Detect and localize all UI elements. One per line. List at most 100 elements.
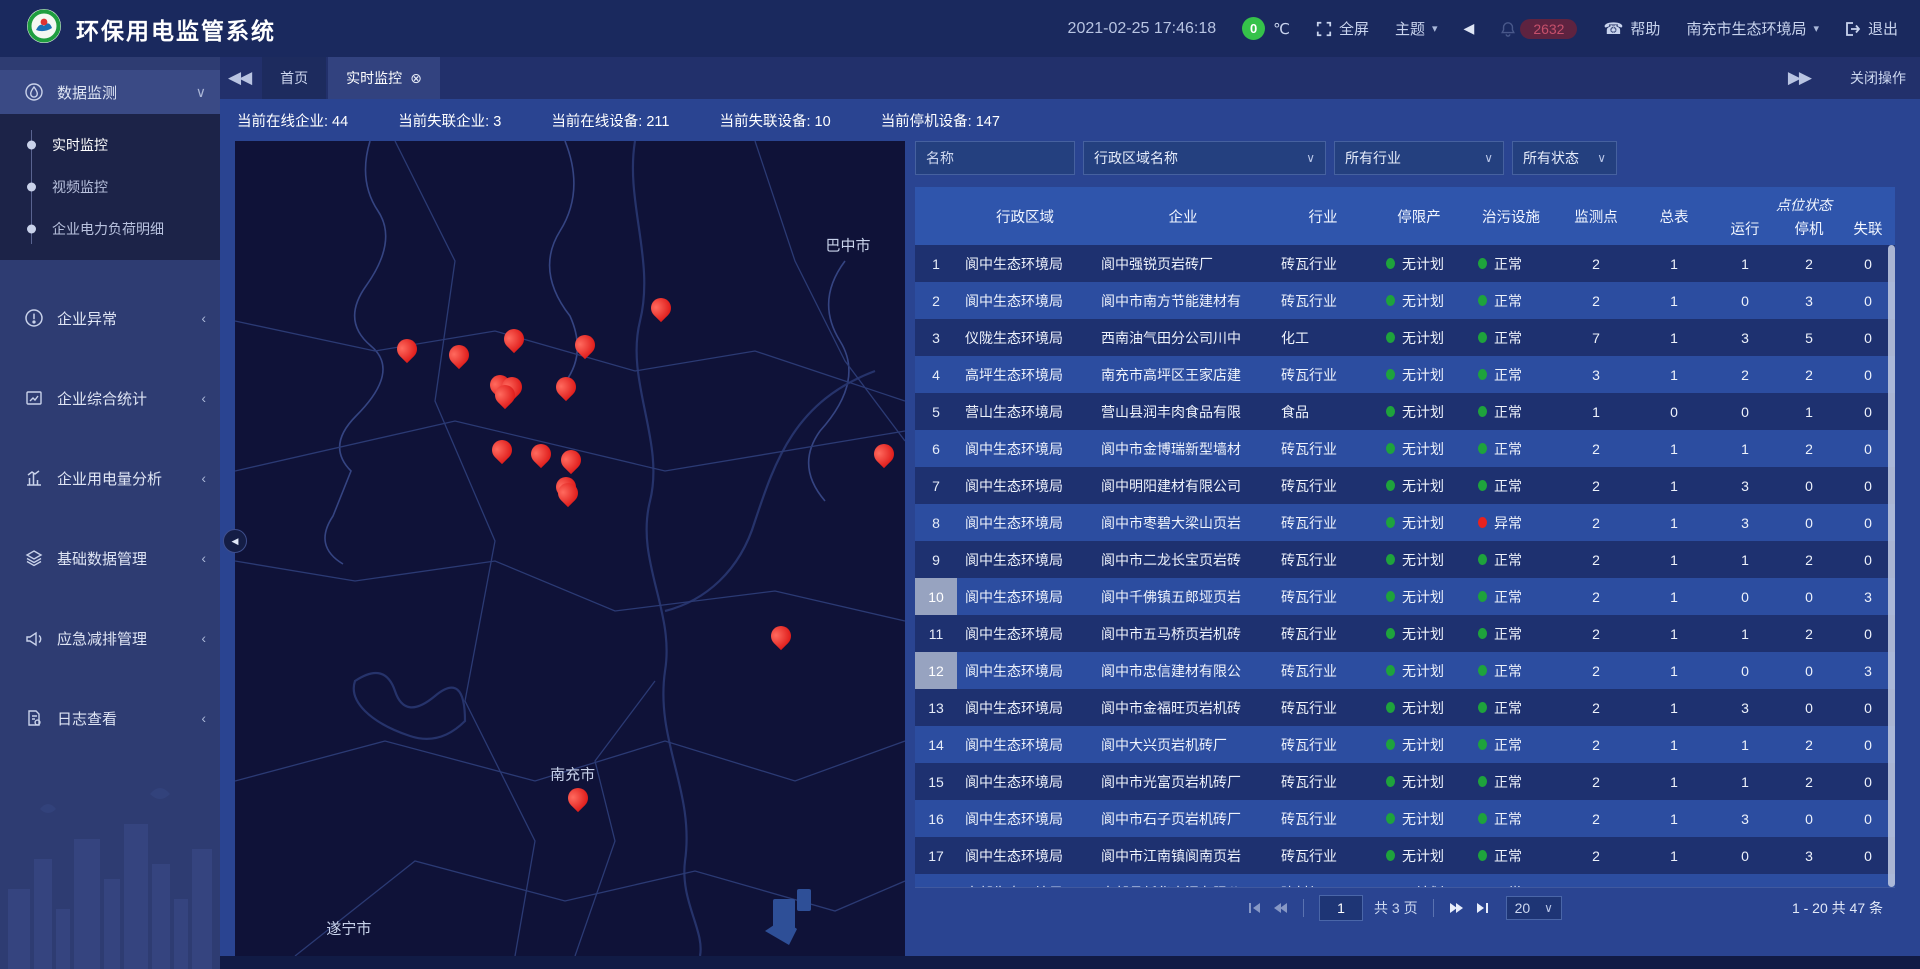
table-row[interactable]: 17阆中生态环境局阆中市江南镇阆南页岩砖瓦行业无计划正常21030 [915, 837, 1895, 874]
col-meter: 总表 [1635, 206, 1713, 227]
table-row[interactable]: 9阆中生态环境局阆中市二龙长宝页岩砖砖瓦行业无计划正常21120 [915, 541, 1895, 578]
region-filter-select[interactable]: 行政区域名称 ∨ [1083, 141, 1326, 175]
table-row[interactable]: 1阆中生态环境局阆中强锐页岩砖厂砖瓦行业无计划正常21120 [915, 245, 1895, 282]
close-operations-button[interactable]: 关闭操作 [1850, 68, 1906, 88]
cell-region: 阆中生态环境局 [957, 504, 1093, 541]
table-row[interactable]: 11阆中生态环境局阆中市五马桥页岩机砖砖瓦行业无计划正常21120 [915, 615, 1895, 652]
datetime: 2021-02-25 17:46:18 [1068, 20, 1217, 38]
map-panel[interactable]: 巴中市南充市遂宁市 ◀ [235, 141, 905, 956]
fullscreen-button[interactable]: 全屏 [1316, 18, 1369, 39]
cell-halt: 1 [1777, 393, 1841, 430]
chevron-down-icon: ▾ [1813, 22, 1819, 35]
table-row[interactable]: 3仪陇生态环境局西南油气田分公司川中化工无计划正常71350 [915, 319, 1895, 356]
page-input[interactable] [1319, 895, 1363, 921]
map-pin[interactable] [495, 385, 515, 405]
table-row[interactable]: 8阆中生态环境局阆中市枣碧大梁山页岩砖瓦行业无计划异常21300 [915, 504, 1895, 541]
sidebar-menu: 数据监测∨ 实时监控视频监控企业电力负荷明细企业异常‹ 企业综合统计‹ 企业用电量分析… [0, 70, 220, 740]
cell-limit: 无计划 [1373, 430, 1465, 467]
help-button[interactable]: ☎ 帮助 [1603, 18, 1660, 39]
temperature-unit: ℃ [1273, 20, 1290, 38]
table-row[interactable]: 2阆中生态环境局阆中市南方节能建材有砖瓦行业无计划正常21030 [915, 282, 1895, 319]
last-page-button[interactable] [1475, 902, 1489, 914]
sidebar-item-enterprise-alert[interactable]: 企业异常‹ [0, 296, 220, 340]
table-row[interactable]: 7阆中生态环境局阆中明阳建材有限公司砖瓦行业无计划正常21300 [915, 467, 1895, 504]
chevron-left-icon: ‹ [201, 390, 206, 406]
sidebar-item-emergency[interactable]: 应急减排管理‹ [0, 616, 220, 660]
status-dot [1386, 628, 1395, 639]
cell-region: 阆中生态环境局 [957, 430, 1093, 467]
cell-points: 2 [1557, 652, 1635, 689]
table-row[interactable]: 16阆中生态环境局阆中市石子页岩机砖厂砖瓦行业无计划正常21300 [915, 800, 1895, 837]
map-pin[interactable] [556, 377, 576, 397]
table-row[interactable]: 10阆中生态环境局阆中千佛镇五郎垭页岩砖瓦行业无计划正常21003 [915, 578, 1895, 615]
prev-page-button[interactable] [1273, 902, 1288, 914]
mute-button[interactable]: ◀ [1464, 20, 1475, 37]
sidebar-subitem-0-1[interactable]: 视频监控 [0, 166, 220, 208]
status-filter-select[interactable]: 所有状态 ∨ [1512, 141, 1617, 175]
status-dot [1478, 517, 1487, 528]
cell-facility: 正常 [1465, 319, 1557, 356]
cell-halt: 2 [1777, 245, 1841, 282]
sidebar-subitem-0-2[interactable]: 企业电力负荷明细 [0, 208, 220, 250]
page-size-select[interactable]: 20 ∨ [1506, 896, 1562, 920]
logout-button[interactable]: 退出 [1845, 18, 1898, 39]
table-row[interactable]: 15阆中生态环境局阆中市光富页岩机砖厂砖瓦行业无计划正常21120 [915, 763, 1895, 800]
map-pin[interactable] [568, 788, 588, 808]
sidebar-item-base-data[interactable]: 基础数据管理‹ [0, 536, 220, 580]
cell-halt: 5 [1777, 319, 1841, 356]
table-row[interactable]: 14阆中生态环境局阆中大兴页岩机砖厂砖瓦行业无计划正常21120 [915, 726, 1895, 763]
sidebar-item-enterprise-stats[interactable]: 企业综合统计‹ [0, 376, 220, 420]
industry-filter-select[interactable]: 所有行业 ∨ [1334, 141, 1504, 175]
cell-halt: 0 [1777, 689, 1841, 726]
map-pin[interactable] [874, 444, 894, 464]
table-row[interactable]: 18南部生态环境局南部县新华水泥有限公建材加工无计划正常60060 [915, 874, 1895, 887]
map-pin[interactable] [651, 298, 671, 318]
map-pin[interactable] [492, 440, 512, 460]
power-analysis-icon [24, 468, 44, 488]
status-dot [1478, 369, 1487, 380]
collapse-map-button[interactable]: ◀ [223, 529, 247, 553]
cell-limit: 无计划 [1373, 578, 1465, 615]
scroll-tabs-right-icon[interactable]: ▶▶ [1788, 68, 1810, 88]
notifications-button[interactable]: 2632 [1500, 19, 1577, 39]
next-page-button[interactable] [1449, 902, 1464, 914]
map-pin[interactable] [397, 339, 417, 359]
map-city-label: 巴中市 [826, 235, 871, 256]
status-dot [1478, 702, 1487, 713]
cell-meters: 0 [1635, 393, 1713, 430]
sidebar-subitem-0-0[interactable]: 实时监控 [0, 124, 220, 166]
cell-points: 2 [1557, 578, 1635, 615]
cell-region: 阆中生态环境局 [957, 541, 1093, 578]
org-dropdown[interactable]: 南充市生态环境局 ▾ [1686, 18, 1819, 39]
status-dot [1478, 739, 1487, 750]
table-row[interactable]: 13阆中生态环境局阆中市金福旺页岩机砖砖瓦行业无计划正常21300 [915, 689, 1895, 726]
map-pin[interactable] [531, 444, 551, 464]
tab-0[interactable]: 首页 [262, 57, 326, 99]
map-pin[interactable] [558, 483, 578, 503]
table-row[interactable]: 12阆中生态环境局阆中市忠信建材有限公砖瓦行业无计划正常21003 [915, 652, 1895, 689]
map-pin[interactable] [561, 450, 581, 470]
status-dot [1478, 406, 1487, 417]
row-index: 6 [915, 430, 957, 467]
chevron-left-icon: ‹ [201, 710, 206, 726]
scroll-tabs-left-icon[interactable]: ◀◀ [228, 68, 250, 88]
table-row[interactable]: 5营山生态环境局营山县润丰肉食品有限食品无计划正常10010 [915, 393, 1895, 430]
map-pin[interactable] [575, 335, 595, 355]
sidebar-item-logs[interactable]: 日志查看‹ [0, 696, 220, 740]
status-dot [1386, 258, 1395, 269]
cell-facility: 正常 [1465, 615, 1557, 652]
map-pin[interactable] [771, 626, 791, 646]
cell-lost: 0 [1841, 541, 1895, 578]
table-row[interactable]: 4高坪生态环境局南充市高坪区王家店建砖瓦行业无计划正常31220 [915, 356, 1895, 393]
map-pin[interactable] [504, 329, 524, 349]
table-scrollbar[interactable] [1888, 245, 1895, 887]
sidebar-item-data-monitor[interactable]: 数据监测∨ [0, 70, 220, 114]
table-row[interactable]: 6阆中生态环境局阆中市金博瑞新型墙材砖瓦行业无计划正常21120 [915, 430, 1895, 467]
tab-1[interactable]: 实时监控⊗ [328, 57, 440, 99]
sidebar-item-power-analysis[interactable]: 企业用电量分析‹ [0, 456, 220, 500]
close-icon[interactable]: ⊗ [410, 70, 422, 87]
first-page-button[interactable] [1248, 902, 1262, 914]
map-pin[interactable] [449, 345, 469, 365]
theme-dropdown[interactable]: 主题 ▾ [1395, 18, 1438, 39]
name-filter-input[interactable] [915, 141, 1075, 175]
